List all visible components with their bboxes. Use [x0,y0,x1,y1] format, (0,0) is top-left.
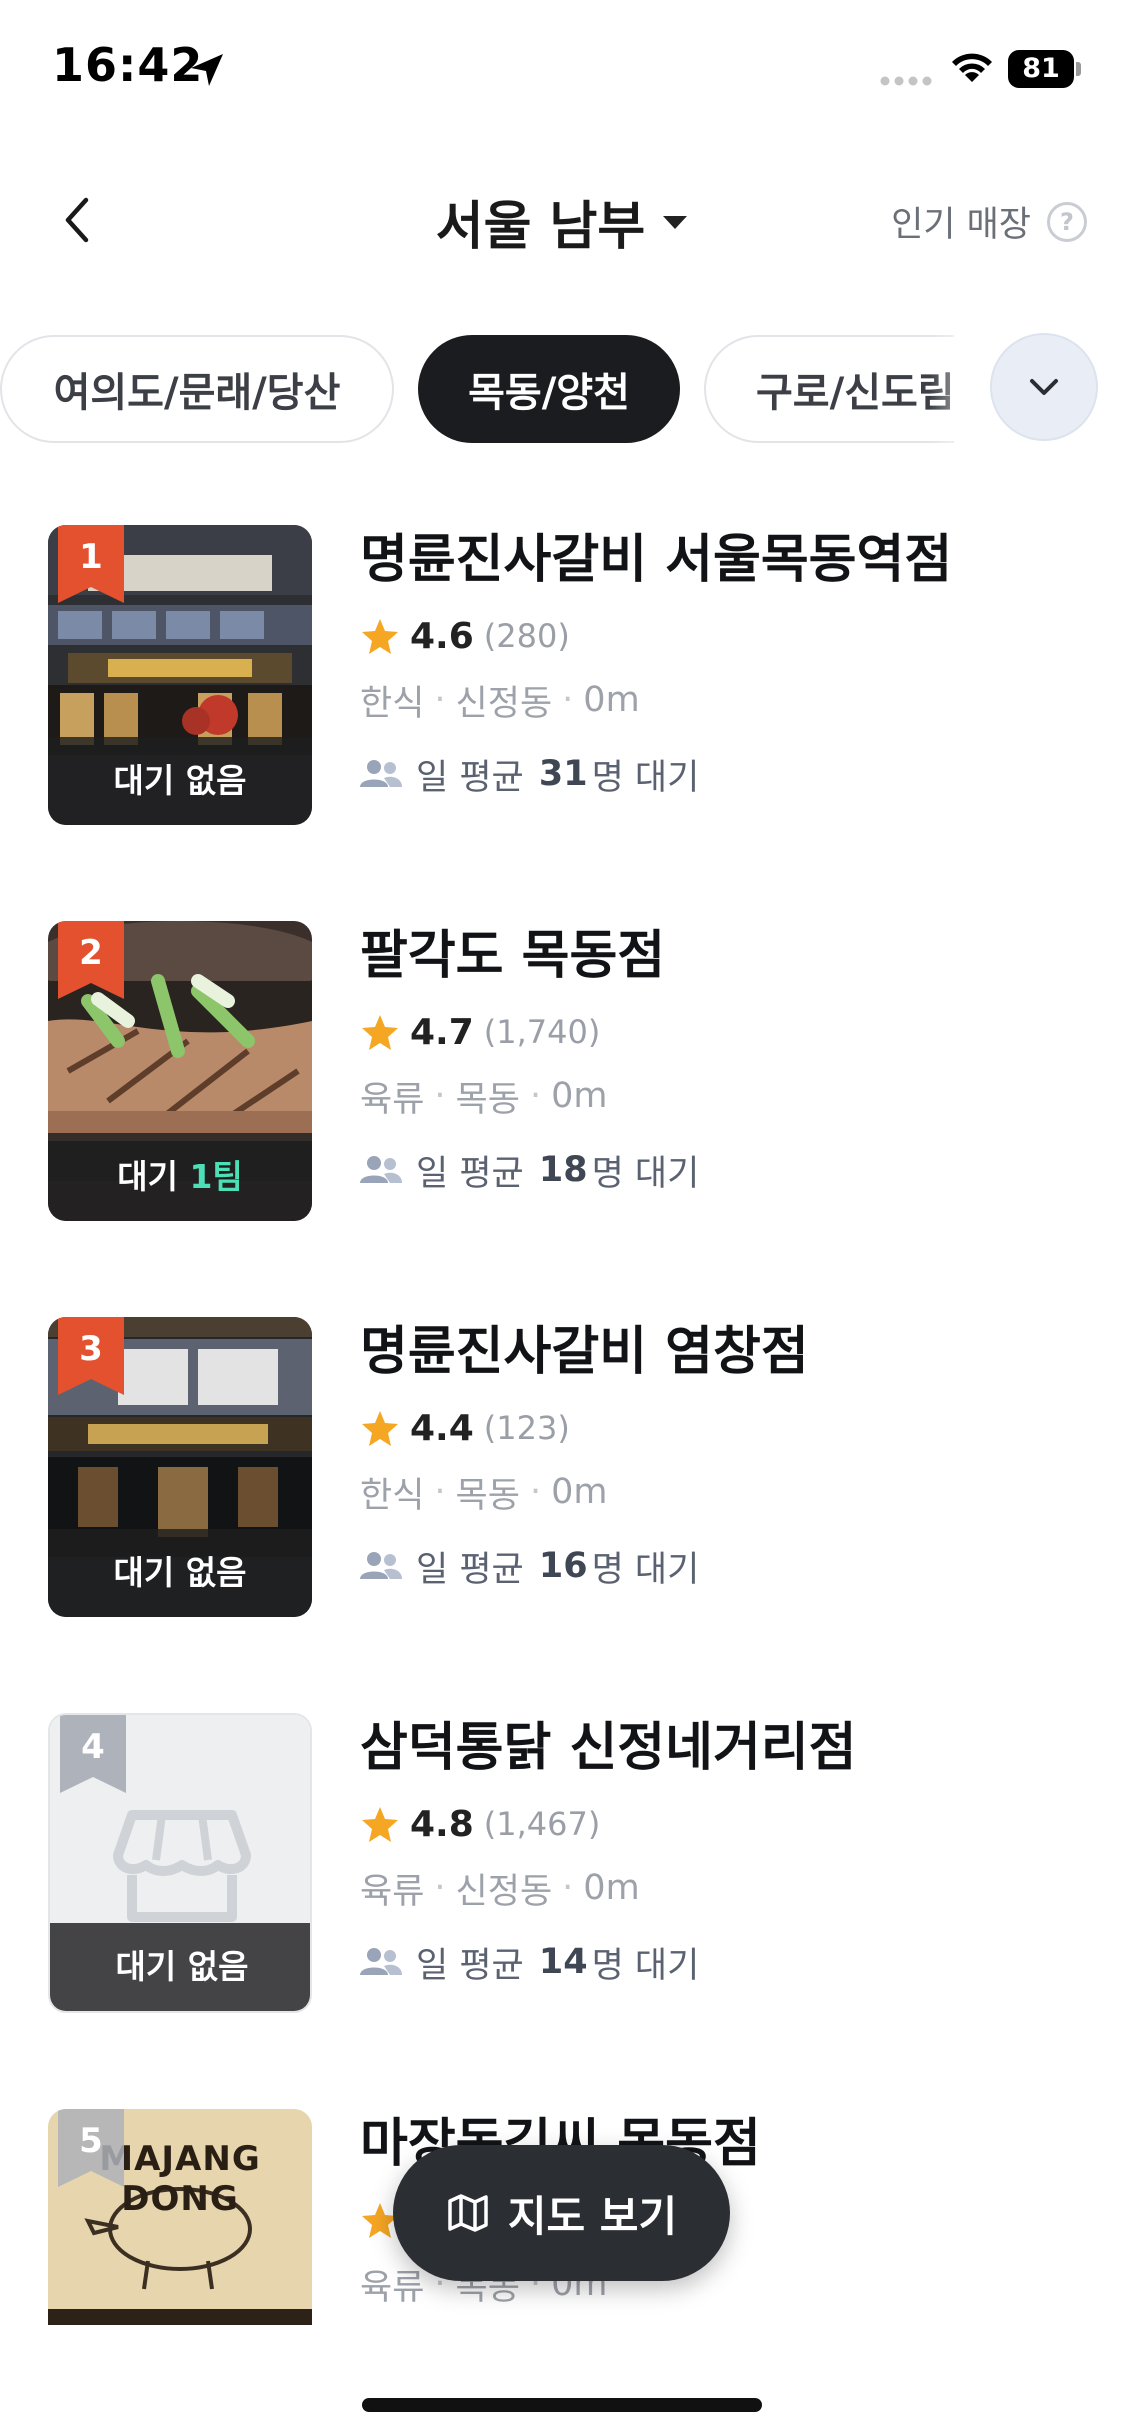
average-wait: 일 평균 16 명 대기 [360,1543,1100,1590]
wait-status: 대기 없음 [48,1529,312,1617]
store-info[interactable]: 명륜진사갈비 염창점 4.4 (123) 한식 · 목동 · 0m 일 평균 16 명… [360,1317,1100,1590]
store-item[interactable]: 1 대기 없음 명륜진사갈비 서울목동역점 4.6 (280) 한식 · 신정동 ·… [0,525,1125,825]
chip-yeouido[interactable]: 여의도/문래/당산 [0,335,394,443]
people-icon [360,1948,402,1975]
store-distance: 0m [583,1868,640,1908]
chevron-down-icon [1030,379,1058,395]
wait-status: 대기 없음 [48,737,312,825]
rank-number: 1 [79,537,103,577]
store-category: 한식 [360,683,425,724]
rating-value: 4.8 [410,1803,474,1845]
rank-number: 5 [79,2121,103,2161]
rating-value: 4.7 [410,1011,474,1053]
store-name[interactable]: 삼덕통닭 신정네거리점 [360,1713,1100,1783]
map-view-button[interactable]: 지도 보기 [393,2145,730,2281]
store-distance: 0m [583,680,640,720]
chip-mokdong[interactable]: 목동/양천 [418,335,680,443]
store-thumbnail[interactable]: 4 대기 없음 [48,1713,312,2013]
store-item[interactable]: 3 대기 없음 명륜진사갈비 염창점 4.4 (123) 한식 · 목동 · 0m … [0,1317,1125,1617]
review-count: (123) [483,1409,570,1447]
store-distance: 0m [551,1472,608,1512]
map-icon [448,2194,488,2232]
store-item[interactable]: 2 대기 1팀 팔각도 목동점 4.7 (1,740) 육류· 목동· 0m [0,921,1125,1221]
store-category: 한식 [360,1475,425,1516]
store-meta: 한식 · 목동 · 0m [360,1469,1100,1516]
area-filter-chips: 여의도/문래/당산 목동/양천 구로/신도림 [0,333,1125,445]
store-name[interactable]: 명륜진사갈비 서울목동역점 [360,525,1100,595]
wait-status: 대기 없음 [50,1923,310,2011]
star-icon [362,1807,398,1842]
review-count: (1,740) [483,1013,601,1051]
store-area: 신정동 [455,1871,553,1912]
status-time: 16:42 [52,38,204,92]
store-thumbnail[interactable]: 1 대기 없음 [48,525,312,825]
store-area: 목동 [455,1079,520,1120]
star-icon [362,619,398,654]
wait-status: 대기 1팀 [48,1133,312,1221]
page-title[interactable]: 서울 남부 [436,184,645,259]
star-icon [362,1411,398,1446]
store-info[interactable]: 팔각도 목동점 4.7 (1,740) 육류 · 목동 · 0m 일 평균 18 명 … [360,921,1100,1194]
rank-number: 3 [79,1329,103,1369]
store-thumbnail[interactable]: 3 대기 없음 [48,1317,312,1617]
store-list: 1 대기 없음 명륜진사갈비 서울목동역점 4.6 (280) 한식 · 신정동 ·… [0,525,1125,2325]
wait-teams: 1팀 [189,1157,243,1196]
review-count: (1,467) [483,1805,601,1843]
location-arrow-icon [191,54,223,86]
help-icon[interactable]: ? [1047,201,1087,242]
battery-icon: 81 [1008,50,1082,88]
store-name[interactable]: 명륜진사갈비 염창점 [360,1317,1100,1387]
store-meta: 육류 · 목동 · 0m [360,1073,1100,1120]
home-indicator [362,2398,762,2412]
people-icon [360,1156,402,1183]
average-wait: 일 평균 31 명 대기 [360,751,1100,798]
store-category: 육류 [360,2267,425,2308]
rating-row: 4.6 (280) [360,613,1100,659]
average-wait: 일 평균 18 명 대기 [360,1147,1100,1194]
rating-value: 4.6 [410,615,474,657]
chip-guro[interactable]: 구로/신도림 [704,335,954,443]
store-item[interactable]: 4 대기 없음 삼덕통닭 신정네거리점 4.8 (1,467) 육류 · 신정동 ·… [0,1713,1125,2013]
battery-level: 81 [1008,50,1074,88]
popular-stores-label[interactable]: 인기 매장 [891,196,1031,247]
store-info[interactable]: 삼덕통닭 신정네거리점 4.8 (1,467) 육류 · 신정동 · 0m 일 평균… [360,1713,1100,1986]
store-name[interactable]: 팔각도 목동점 [360,921,1100,991]
people-icon [360,1552,402,1579]
wifi-icon [952,53,992,82]
expand-areas-button[interactable] [990,333,1098,441]
map-view-label[interactable]: 지도 보기 [508,2183,677,2244]
store-category: 육류 [360,1871,425,1912]
cellular-signal-icon [880,76,932,86]
status-bar: 16:42 81 [0,0,1125,135]
rating-row: 4.8 (1,467) [360,1801,1100,1847]
popular-stores-info[interactable]: 인기 매장 ? [891,196,1087,247]
store-area: 신정동 [455,683,553,724]
store-thumbnail[interactable]: 2 대기 1팀 [48,921,312,1221]
wait-count: 14 [538,1942,588,1982]
store-thumbnail[interactable]: MAJANG DONG 5 [48,2109,312,2325]
people-icon [360,760,402,787]
store-category: 육류 [360,1079,425,1120]
rating-row: 4.4 (123) [360,1405,1100,1451]
wait-count: 31 [538,754,588,794]
rank-number: 4 [81,1727,105,1767]
store-distance: 0m [551,1076,608,1116]
caret-down-icon[interactable] [661,213,689,231]
rank-number: 2 [79,933,103,973]
header: 서울 남부 인기 매장 ? [0,160,1125,280]
rating-value: 4.4 [410,1407,474,1449]
wait-count: 16 [538,1546,588,1586]
store-area: 목동 [455,1475,520,1516]
rating-row: 4.7 (1,740) [360,1009,1100,1055]
store-info[interactable]: 명륜진사갈비 서울목동역점 4.6 (280) 한식 · 신정동 · 0m 일 평균… [360,525,1100,798]
wait-count: 18 [538,1150,588,1190]
average-wait: 일 평균 14 명 대기 [360,1939,1100,1986]
store-meta: 한식 · 신정동 · 0m [360,677,1100,724]
star-icon [362,1015,398,1050]
store-meta: 육류 · 신정동 · 0m [360,1865,1100,1912]
review-count: (280) [483,617,570,655]
